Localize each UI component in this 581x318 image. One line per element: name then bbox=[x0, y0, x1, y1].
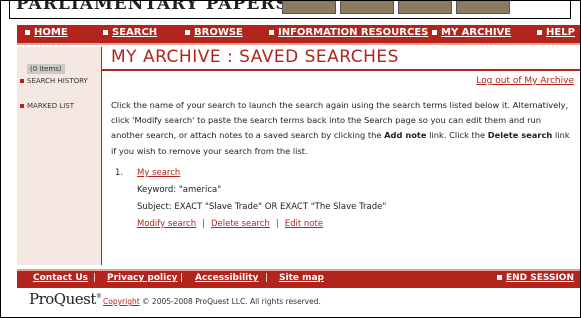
nav-help[interactable]: HELP bbox=[537, 27, 575, 38]
nav-information-resources[interactable]: INFORMATION RESOURCES bbox=[269, 27, 428, 38]
saved-search-number: 1. bbox=[115, 168, 124, 178]
bullet-icon bbox=[103, 29, 108, 35]
footer-accessibility[interactable]: Accessibility bbox=[195, 273, 258, 283]
delete-search-label: Delete search bbox=[487, 130, 553, 141]
bullet-icon bbox=[185, 29, 190, 35]
banner-image bbox=[398, 1, 452, 14]
nav-browse[interactable]: BROWSE bbox=[185, 27, 243, 38]
marked-list-count[interactable]: (0 items) bbox=[27, 64, 65, 74]
add-note-label: Add note bbox=[384, 130, 427, 141]
logout-link[interactable]: Log out of My Archive bbox=[476, 76, 574, 86]
saved-search-subject: Subject: EXACT "Slave Trade" OR EXACT "T… bbox=[137, 202, 387, 212]
bullet-icon bbox=[20, 79, 24, 83]
proquest-logo: ProQuest® bbox=[29, 290, 102, 308]
separator: | bbox=[275, 219, 279, 229]
copyright-text: Copyright © 2005-2008 ProQuest LLC. All … bbox=[103, 297, 321, 306]
bullet-icon bbox=[496, 275, 502, 280]
footer-bar: Contact Us | Privacy policy | Accessibil… bbox=[17, 269, 580, 288]
title-divider bbox=[102, 69, 580, 71]
banner-image bbox=[282, 1, 336, 14]
banner-image bbox=[456, 1, 510, 14]
sidebar-divider bbox=[101, 47, 102, 265]
end-session-link[interactable]: END SESSION bbox=[496, 273, 574, 283]
footer-privacy-policy[interactable]: Privacy policy bbox=[107, 273, 177, 283]
nav-my-archive[interactable]: MY ARCHIVE bbox=[432, 27, 511, 38]
bullet-icon bbox=[269, 29, 274, 35]
nav-search[interactable]: SEARCH bbox=[103, 27, 157, 38]
modify-search-link[interactable]: Modify search bbox=[137, 219, 196, 229]
sidebar-item-marked-list[interactable]: MARKED LIST bbox=[20, 102, 74, 110]
saved-search-actions: Modify search | Delete search | Edit note bbox=[137, 219, 323, 229]
instructions-text: Click the name of your search to launch … bbox=[111, 100, 570, 156]
page-title: MY ARCHIVE : SAVED SEARCHES bbox=[111, 47, 399, 67]
separator: | bbox=[202, 219, 205, 229]
footer-site-map[interactable]: Site map bbox=[279, 273, 324, 283]
sidebar-item-search-history[interactable]: SEARCH HISTORY bbox=[20, 77, 88, 85]
edit-note-link[interactable]: Edit note bbox=[285, 219, 323, 229]
banner-image bbox=[340, 1, 394, 14]
bullet-icon bbox=[432, 29, 437, 35]
footer-separator: | bbox=[180, 273, 184, 283]
sidebar: SEARCH HISTORY MARKED LIST bbox=[17, 47, 101, 265]
footer-contact-us[interactable]: Contact Us bbox=[33, 273, 88, 283]
saved-search-name-link[interactable]: My search bbox=[137, 168, 180, 178]
nav-home[interactable]: HOME bbox=[25, 27, 68, 38]
bullet-icon bbox=[20, 104, 24, 108]
banner-title: PARLIAMENTARY PAPERS bbox=[16, 0, 289, 14]
saved-search-keyword: Keyword: "america" bbox=[137, 185, 222, 195]
copyright-link[interactable]: Copyright bbox=[103, 297, 140, 306]
site-banner: PARLIAMENTARY PAPERS bbox=[9, 0, 571, 19]
main-nav: HOME SEARCH BROWSE INFORMATION RESOURCES… bbox=[17, 25, 580, 45]
bullet-icon bbox=[25, 29, 30, 35]
footer-separator: | bbox=[265, 273, 269, 283]
footer-separator: | bbox=[93, 273, 97, 283]
bullet-icon bbox=[537, 29, 542, 35]
browser-frame: PARLIAMENTARY PAPERS HOME SEARCH BROWSE … bbox=[0, 0, 581, 318]
delete-search-link[interactable]: Delete search bbox=[211, 219, 270, 229]
